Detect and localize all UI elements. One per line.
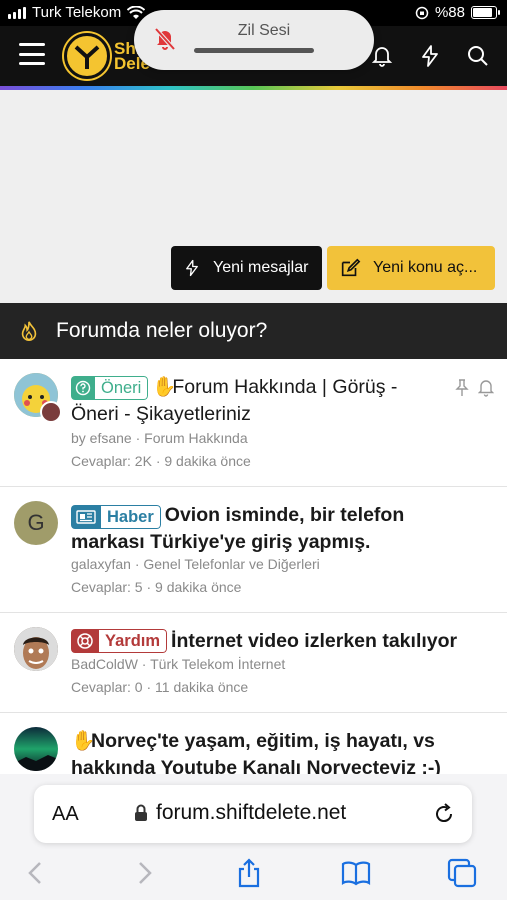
thread-author-forum[interactable]: galaxyfan · Genel Telefonlar ve Diğerler… (71, 556, 320, 572)
notification-title: Zil Sesi (237, 22, 291, 39)
thread-author-forum[interactable]: BadColdW · Türk Telekom İnternet (71, 656, 285, 672)
thread-stats: Cevaplar: 2K · 9 dakika önce (71, 453, 251, 469)
thread-title-line1: Forum Hakkında | Görüş - (172, 376, 398, 398)
question-icon (71, 376, 95, 400)
signal-icon (8, 6, 26, 19)
thread-stats: Cevaplar: 0 · 11 dakika önce (71, 679, 249, 695)
share-icon[interactable] (233, 857, 265, 889)
newspaper-icon (71, 505, 101, 529)
reload-icon[interactable] (432, 802, 456, 826)
thread-title[interactable]: Haber Ovion isminde, bir telefon markası… (71, 502, 491, 556)
clap-icon: ✋ (152, 376, 177, 398)
bolt-icon (186, 259, 198, 277)
section-title: Forumda neler oluyor? (56, 319, 268, 342)
address-bar[interactable]: AA forum.shiftdelete.net (34, 785, 472, 843)
aa-label: AA (52, 803, 79, 825)
thread-title[interactable]: Yardım İnternet video izlerken takılıyor (71, 628, 491, 655)
carrier-label: Turk Telekom (32, 4, 122, 21)
bookmarks-icon[interactable] (340, 857, 372, 889)
lock-icon (135, 804, 147, 821)
avatar[interactable]: G (14, 501, 58, 545)
forward-icon[interactable] (128, 857, 160, 889)
thread-title-line1: Norveç'te yaşam, eğitim, iş hayatı, vs (91, 730, 435, 752)
thread-stats: Cevaplar: 5 · 9 dakika önce (71, 579, 242, 595)
new-messages-label: Yeni mesajlar (213, 259, 309, 276)
battery-icon (471, 6, 500, 19)
avatar[interactable] (14, 727, 58, 771)
new-thread-label: Yeni konu aç... (373, 259, 478, 276)
section-header: Forumda neler oluyor? (0, 303, 507, 359)
prefix-badge[interactable]: Yardım (71, 629, 168, 653)
bell-icon[interactable] (370, 44, 394, 68)
clap-icon: ✋ (71, 730, 96, 752)
prefix-label: Haber (101, 505, 161, 529)
prefix-badge[interactable]: Haber (71, 505, 161, 529)
prefix-badge[interactable]: Öneri (71, 376, 149, 400)
thread-title-line2: Öneri - Şikayetleriniz (71, 403, 251, 425)
avatar[interactable] (14, 627, 58, 671)
new-messages-button[interactable]: Yeni mesajlar (171, 246, 322, 290)
thread-title-line1: Ovion isminde, bir telefon (164, 504, 405, 526)
thread-item[interactable]: Öneri ✋Forum Hakkında | Görüş - Öneri - … (0, 359, 507, 487)
thread-item[interactable]: G Haber Ovion isminde, bir telefon marka… (0, 487, 507, 613)
tabs-icon[interactable] (446, 857, 478, 889)
user-mini-avatar (40, 401, 62, 423)
pin-icon (455, 379, 469, 396)
bell-icon[interactable] (478, 379, 494, 397)
back-icon[interactable] (20, 857, 52, 889)
reader-options-button[interactable]: AA (52, 803, 79, 826)
menu-icon[interactable] (19, 43, 45, 65)
battery-percent: %88 (434, 4, 465, 21)
search-icon[interactable] (466, 44, 490, 68)
orientation-lock-icon (415, 6, 429, 19)
url-text: forum.shiftdelete.net (156, 801, 347, 824)
thread-item[interactable]: ✋Norveç'te yaşam, eğitim, iş hayatı, vs … (0, 713, 507, 783)
thread-title[interactable]: Öneri ✋Forum Hakkında | Görüş - Öneri - … (71, 374, 491, 428)
thread-title-line1: İnternet video izlerken takılıyor (171, 630, 458, 652)
bolt-icon[interactable] (418, 44, 442, 68)
prefix-label: Yardım (99, 629, 168, 653)
ringer-notification: Zil Sesi (134, 10, 374, 70)
prefix-label: Öneri (95, 376, 149, 400)
volume-bar (194, 48, 314, 53)
thread-author-forum[interactable]: by efsane · Forum Hakkında (71, 430, 248, 446)
edit-icon (341, 258, 361, 277)
thread-title-line2: markası Türkiye'ye giriş yapmış. (71, 531, 371, 553)
thread-item[interactable]: Yardım İnternet video izlerken takılıyor… (0, 613, 507, 713)
fire-icon (21, 321, 37, 341)
new-thread-button[interactable]: Yeni konu aç... (327, 246, 495, 290)
lifebuoy-icon (71, 629, 99, 653)
